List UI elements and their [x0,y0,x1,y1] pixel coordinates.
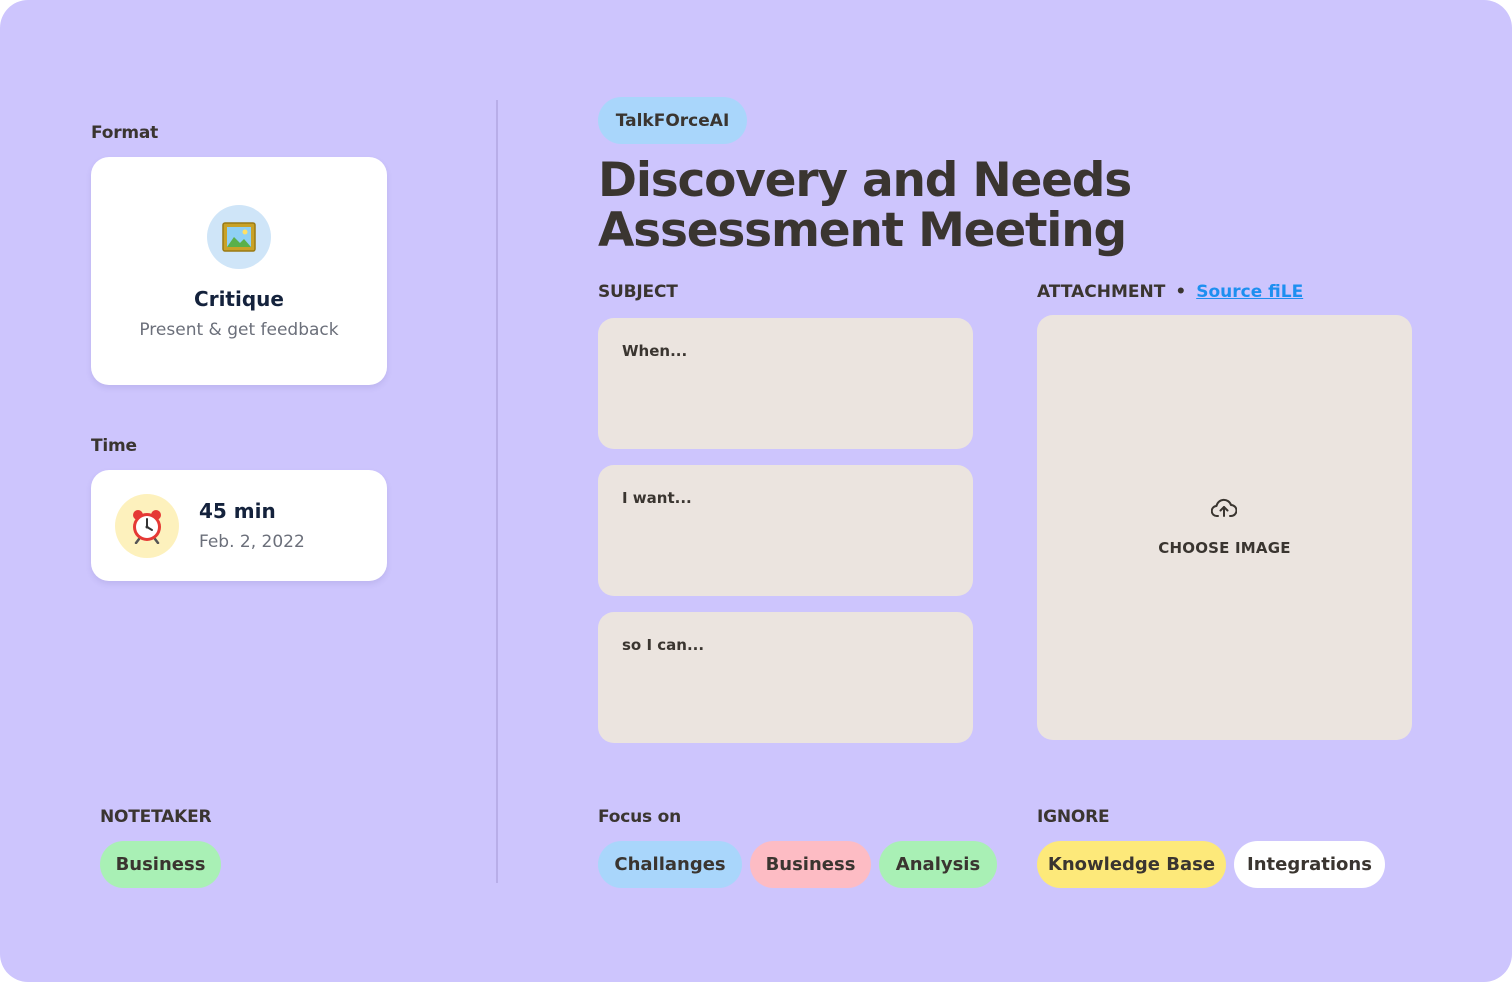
subject-label: SUBJECT [598,282,678,302]
page-title-line-1: Discovery and Needs [598,153,1132,208]
meeting-setup-panel: Format Critique Present & get feedback T… [0,0,1512,982]
attachment-header: ATTACHMENT • Source fiLE [1037,282,1303,302]
time-card[interactable]: 45 min Feb. 2, 2022 [91,470,387,581]
choose-image-label: CHOOSE IMAGE [1158,539,1291,557]
subject-want-field[interactable]: I want... [598,465,973,596]
format-card[interactable]: Critique Present & get feedback [91,157,387,385]
subject-so-placeholder: so I can... [622,636,705,654]
source-file-link[interactable]: Source fiLE [1196,282,1303,302]
notetaker-label: NOTETAKER [100,807,212,827]
format-title: Critique [194,287,284,311]
cloud-upload-icon [1211,498,1237,517]
ignore-label: IGNORE [1037,807,1110,827]
subject-when-field[interactable]: When... [598,318,973,449]
attachment-label: ATTACHMENT [1037,282,1166,302]
ignore-tag-integrations[interactable]: Integrations [1234,841,1385,888]
ignore-tag-knowledge-base[interactable]: Knowledge Base [1037,841,1226,888]
page-title: Discovery and Needs Assessment Meeting [598,156,1158,256]
subject-when-placeholder: When... [622,342,688,360]
attachment-separator: • [1175,282,1187,302]
choose-image-dropzone[interactable]: CHOOSE IMAGE [1037,315,1412,740]
format-subtitle: Present & get feedback [139,320,339,340]
notetaker-tag-business[interactable]: Business [100,841,221,888]
time-duration: 45 min [199,499,276,523]
column-divider [496,100,498,883]
focus-tag-challanges[interactable]: Challanges [598,841,742,888]
framed-picture-icon [207,205,271,269]
subject-so-field[interactable]: so I can... [598,612,973,743]
page-title-line-2: Assessment Meeting [598,203,1127,258]
time-label: Time [91,436,137,456]
format-label: Format [91,123,159,143]
focus-label: Focus on [598,807,682,827]
focus-tag-analysis[interactable]: Analysis [879,841,997,888]
time-date: Feb. 2, 2022 [199,532,305,552]
focus-tag-business[interactable]: Business [750,841,871,888]
subject-want-placeholder: I want... [622,489,692,507]
alarm-clock-icon [115,494,179,558]
brand-badge: TalkFOrceAI [598,97,747,144]
